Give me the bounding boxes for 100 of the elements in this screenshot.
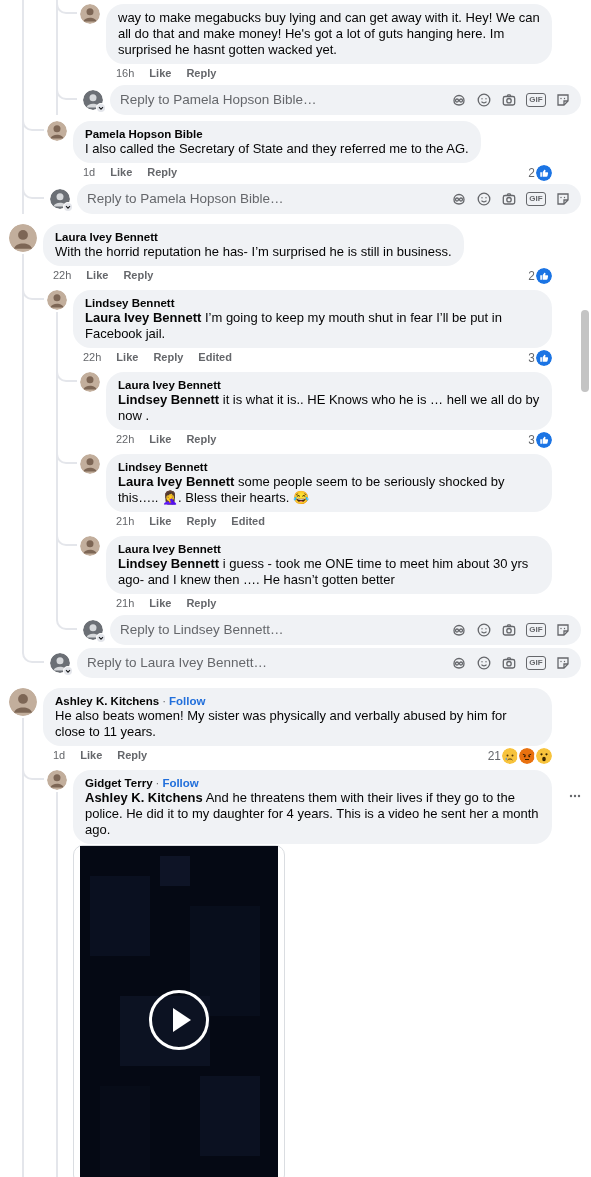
reaction-count[interactable]: 3 [528, 348, 535, 367]
chevron-icon[interactable] [63, 666, 73, 676]
reply-input[interactable]: Reply to Pamela Hopson Bible… GIF [110, 85, 581, 115]
avatar [9, 688, 37, 716]
comment-text: Lindsey Bennett i guess - took me ONE time to meet him about 30 yrs ago- and I knew then …. He hasn’t gotten better [118, 556, 530, 588]
timestamp-link[interactable]: 16h [116, 65, 135, 82]
emoji-icon[interactable] [476, 655, 492, 671]
author-name[interactable]: Laura Ivey Bennett [55, 230, 158, 244]
like-icon[interactable] [536, 431, 552, 448]
action-link[interactable]: Like [110, 164, 133, 181]
like-icon[interactable] [536, 164, 552, 181]
action-link[interactable]: Reply [123, 267, 154, 284]
angry-emoji-icon[interactable] [519, 747, 535, 764]
author-name[interactable]: Ashley K. Kitchens [55, 694, 160, 708]
chevron-icon[interactable] [63, 202, 73, 212]
comment-text: Lindsey Bennett it is what it is.. HE Knows who he is … hell we all do by now . [118, 392, 540, 424]
avatar [9, 224, 37, 252]
comment-text: With the horrid reputation he has- I’m surprised he is still in business. [55, 244, 452, 260]
action-link[interactable]: Like [149, 595, 172, 612]
camera-icon[interactable] [501, 92, 517, 108]
mask-icon[interactable] [451, 622, 467, 638]
edited-label: Edited [198, 350, 232, 366]
comment-text: Laura Ivey Bennett some people seem to be seriously shocked by this….. 🤦‍♀. Bless their hearts. 😂 [118, 474, 506, 506]
timestamp-link[interactable]: 21h [116, 595, 135, 612]
more-options-icon[interactable] [569, 794, 581, 798]
reaction-count[interactable]: 21 [487, 746, 501, 765]
mask-icon[interactable] [451, 191, 467, 207]
reaction-count[interactable]: 2 [528, 163, 535, 182]
sticker-icon[interactable] [555, 622, 571, 638]
sticker-icon[interactable] [555, 92, 571, 108]
action-link[interactable]: Like [86, 267, 109, 284]
sad-emoji-icon[interactable] [502, 747, 518, 764]
mask-icon[interactable] [451, 655, 467, 671]
timestamp-link[interactable]: 22h [53, 267, 72, 284]
action-link[interactable]: Like [149, 513, 172, 530]
gif-icon[interactable]: GIF [526, 93, 546, 107]
action-link[interactable]: Reply [186, 65, 217, 82]
avatar [80, 454, 100, 474]
emoji-icon[interactable] [476, 92, 492, 108]
edited-label: Edited [231, 514, 265, 530]
thread-connector [56, 612, 77, 630]
wow-emoji-icon[interactable] [536, 747, 552, 764]
chevron-icon[interactable] [96, 103, 106, 113]
action-link[interactable]: Reply [186, 595, 217, 612]
play-icon[interactable] [148, 989, 210, 1051]
timestamp-link[interactable]: 1d [83, 164, 96, 181]
separator-dot: · [162, 694, 166, 708]
action-link[interactable]: Like [116, 349, 139, 366]
scrollbar-thumb[interactable] [581, 310, 589, 392]
gif-icon[interactable]: GIF [526, 623, 546, 637]
action-link[interactable]: Like [149, 65, 172, 82]
avatar [80, 4, 100, 24]
thread-connector [22, 645, 44, 663]
reply-input[interactable]: Reply to Lindsey Bennett… GIF [110, 615, 581, 645]
author-name[interactable]: Lindsey Bennett [85, 296, 175, 310]
author-name[interactable]: Gidget Terry [85, 776, 153, 790]
author-name[interactable]: Pamela Hopson Bible [85, 127, 203, 141]
action-link[interactable]: Reply [186, 431, 217, 448]
gif-icon[interactable]: GIF [526, 656, 546, 670]
comment-text: I also called the Secretary of State and they referred me to the AG. [85, 141, 469, 157]
reaction-count[interactable]: 3 [528, 430, 535, 449]
camera-icon[interactable] [501, 655, 517, 671]
follow-link[interactable]: Follow [169, 694, 206, 708]
author-name[interactable]: Laura Ivey Bennett [118, 378, 221, 392]
reply-input[interactable]: Reply to Pamela Hopson Bible… GIF [77, 184, 581, 214]
camera-icon[interactable] [501, 191, 517, 207]
action-link[interactable]: Reply [147, 164, 178, 181]
separator-dot: · [155, 776, 160, 790]
comment-text: Laura Ivey Bennett I’m going to keep my mouth shut in fear I’ll be put in Facebook jail. [85, 310, 503, 342]
action-link[interactable]: Reply [117, 747, 148, 764]
avatar [47, 290, 67, 310]
chevron-icon[interactable] [96, 633, 106, 643]
sticker-icon[interactable] [555, 191, 571, 207]
action-link[interactable]: Like [80, 747, 103, 764]
timestamp-link[interactable]: 1d [53, 747, 66, 764]
emoji-icon[interactable] [476, 191, 492, 207]
timestamp-link[interactable]: 22h [116, 431, 135, 448]
timestamp-link[interactable]: 22h [83, 349, 102, 366]
timestamp-link[interactable]: 21h [116, 513, 135, 530]
mask-icon[interactable] [451, 92, 467, 108]
emoji-icon[interactable] [476, 622, 492, 638]
action-link[interactable]: Reply [186, 513, 217, 530]
action-link[interactable]: Reply [153, 349, 184, 366]
comment-text: Ashley K. Kitchens And he threatens them with their lives if they go to the police. He did it to my daughter for 4 years. This is a video he sent her a month ago. [85, 790, 540, 838]
camera-icon[interactable] [501, 622, 517, 638]
gif-icon[interactable]: GIF [526, 192, 546, 206]
author-name[interactable]: Lindsey Bennett [118, 460, 208, 474]
follow-link[interactable]: Follow [162, 776, 199, 790]
comment-text: He also beats women! My sister was physically and verbally abused by him for close to 11 years. [55, 708, 508, 740]
avatar [47, 121, 67, 141]
author-name[interactable]: Laura Ivey Bennett [118, 542, 221, 556]
like-icon[interactable] [536, 349, 552, 366]
avatar [80, 372, 100, 392]
reaction-count[interactable]: 2 [528, 266, 535, 285]
action-link[interactable]: Like [149, 431, 172, 448]
like-icon[interactable] [536, 267, 552, 284]
sticker-icon[interactable] [555, 655, 571, 671]
reply-input[interactable]: Reply to Laura Ivey Bennett… GIF [77, 648, 581, 678]
avatar [80, 536, 100, 556]
avatar [47, 770, 67, 790]
